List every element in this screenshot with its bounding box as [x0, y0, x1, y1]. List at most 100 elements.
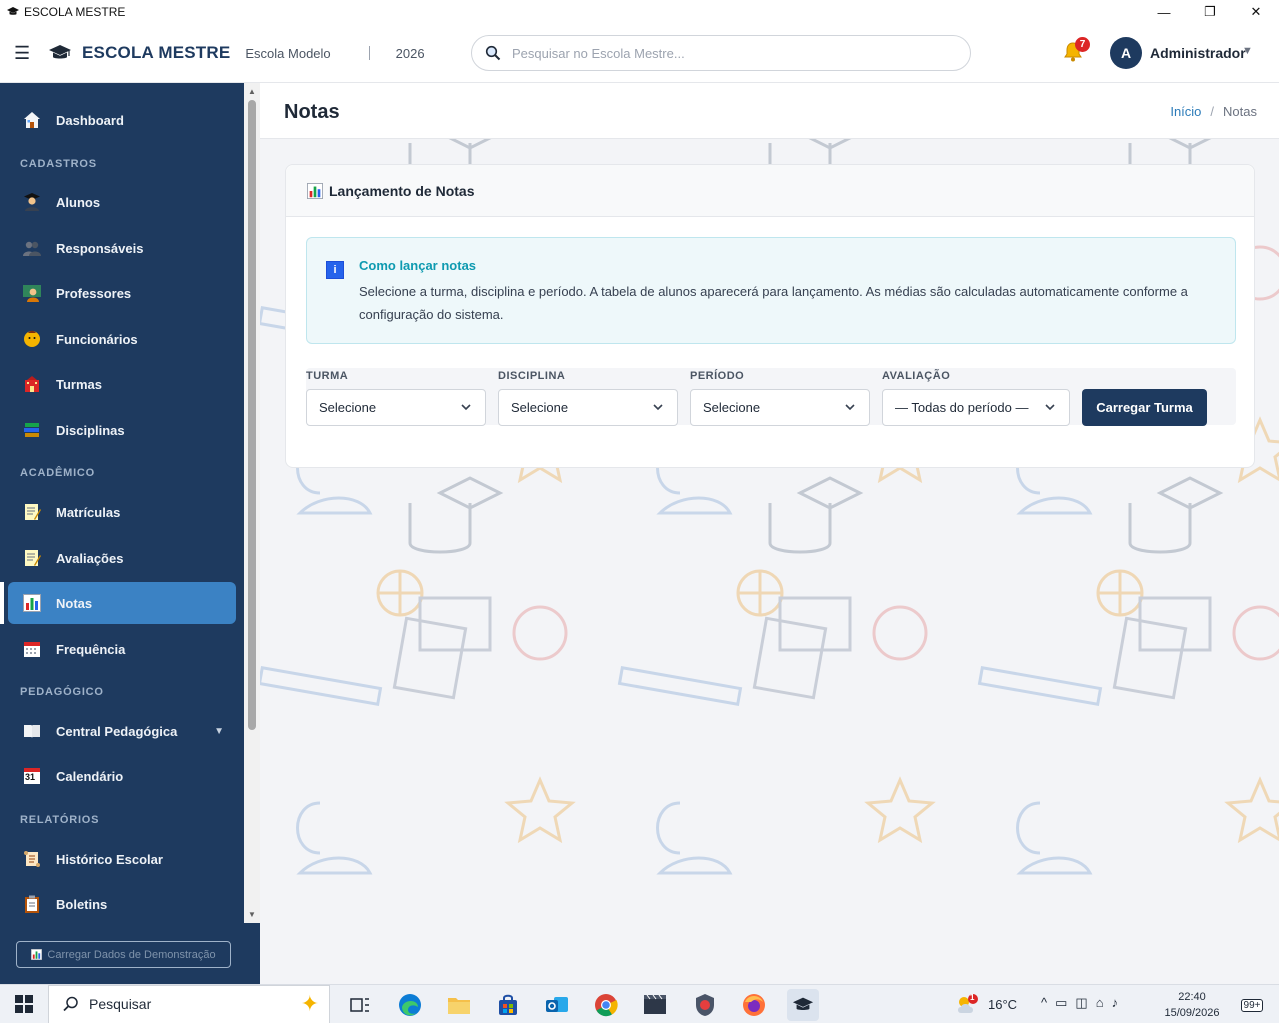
notification-center-icon[interactable]: 99+: [1238, 995, 1266, 1015]
tray-app-icon[interactable]: ▭: [1055, 995, 1067, 1011]
student-icon: [22, 192, 42, 212]
temperature[interactable]: 16°C: [988, 997, 1017, 1012]
taskbar-search[interactable]: Pesquisar ✦: [48, 984, 330, 1023]
load-class-button[interactable]: Carregar Turma: [1082, 389, 1207, 426]
escola-mestre-taskbar-icon[interactable]: [787, 989, 819, 1021]
edge-browser-icon[interactable]: [394, 989, 426, 1021]
scroll-icon: [22, 849, 42, 869]
avaliacao-select[interactable]: — Todas do período —: [882, 389, 1070, 426]
chevron-down-icon: [461, 404, 471, 411]
sidebar-item-funcionarios[interactable]: Funcionários: [8, 318, 236, 360]
sidebar-item-alunos[interactable]: Alunos: [8, 181, 236, 223]
sidebar: Dashboard CADASTROS Alunos Responsáveis …: [0, 83, 260, 984]
scroll-up-icon[interactable]: ▲: [248, 87, 256, 96]
sidebar-item-label: Notas: [56, 595, 93, 611]
scrollbar-thumb[interactable]: [248, 100, 256, 730]
chevron-down-icon[interactable]: ▼: [1242, 45, 1253, 57]
chevron-up-icon[interactable]: ^: [1041, 995, 1047, 1011]
sidebar-item-professores[interactable]: Professores: [8, 272, 236, 314]
info-alert: i Como lançar notas Selecione a turma, d…: [306, 237, 1236, 344]
firefox-icon[interactable]: [738, 989, 770, 1021]
breadcrumb: Início / Notas: [1170, 104, 1257, 119]
volume-icon[interactable]: ♪: [1112, 995, 1119, 1011]
chrome-icon[interactable]: [590, 989, 622, 1021]
global-search[interactable]: [471, 35, 971, 71]
sidebar-item-avaliacoes[interactable]: Avaliações: [8, 537, 236, 579]
sparkle-icon: ✦: [300, 991, 319, 1016]
sidebar-item-historico-escolar[interactable]: Histórico Escolar: [8, 838, 236, 880]
store-icon[interactable]: [492, 989, 524, 1021]
staff-icon: [22, 329, 42, 349]
main-content: Notas Início / Notas Lançamento de Notas…: [260, 83, 1279, 984]
sidebar-item-label: Frequência: [56, 641, 126, 657]
card-header: Lançamento de Notas: [286, 165, 1254, 217]
security-shield-icon[interactable]: [689, 989, 721, 1021]
clock[interactable]: 22:40 15/09/2026: [1163, 989, 1221, 1021]
periodo-select[interactable]: Selecione: [690, 389, 870, 426]
section-cadastros: CADASTROS: [20, 158, 97, 170]
sidebar-item-central-pedagogica[interactable]: Central Pedagógica ▼: [8, 710, 236, 752]
turma-select[interactable]: Selecione: [306, 389, 486, 426]
clock-time: 22:40: [1178, 991, 1206, 1003]
page-header: Notas Início / Notas: [260, 83, 1279, 139]
sidebar-item-responsaveis[interactable]: Responsáveis: [8, 227, 236, 269]
sidebar-scrollbar[interactable]: ▲ ▼: [244, 83, 260, 923]
hamburger-menu-icon[interactable]: ☰: [14, 43, 36, 64]
load-demo-data-button[interactable]: Carregar Dados de Demonstração: [16, 941, 231, 968]
brand-name[interactable]: ESCOLA MESTRE: [82, 43, 230, 63]
task-view-icon[interactable]: [344, 989, 376, 1021]
graduation-cap-icon: [48, 43, 74, 63]
sidebar-item-turmas[interactable]: Turmas: [8, 363, 236, 405]
sidebar-item-matriculas[interactable]: Matrículas: [8, 491, 236, 533]
page-title: Notas: [284, 101, 340, 123]
calendar-day-text: 31: [25, 772, 36, 782]
maximize-button[interactable]: ❐: [1187, 0, 1233, 24]
top-header: ☰ ESCOLA MESTRE Escola Modelo 2026 7 A A…: [0, 24, 1279, 83]
outlook-icon[interactable]: [541, 989, 573, 1021]
school-year: 2026: [395, 45, 425, 61]
sidebar-item-notas[interactable]: Notas: [0, 582, 236, 624]
windows-start-icon[interactable]: [0, 985, 48, 1023]
file-explorer-icon[interactable]: [443, 989, 475, 1021]
webcam-icon[interactable]: ◫: [1075, 995, 1087, 1011]
sidebar-item-label: Professores: [56, 285, 132, 301]
books-icon: [22, 420, 42, 440]
graduation-cap-icon: [6, 5, 20, 19]
sidebar-item-calendario[interactable]: 31 Calendário: [8, 755, 236, 797]
avatar[interactable]: A: [1110, 37, 1142, 69]
breadcrumb-separator: /: [1210, 104, 1215, 119]
system-tray: ^ ▭ ◫ ⌂ ♪: [1041, 995, 1118, 1011]
chevron-down-icon: ▼: [214, 725, 224, 737]
sidebar-item-dashboard[interactable]: Dashboard: [8, 99, 236, 141]
chevron-down-icon: [845, 404, 855, 411]
section-relatorios: RELATÓRIOS: [20, 814, 100, 826]
breadcrumb-home-link[interactable]: Início: [1170, 104, 1201, 119]
network-icon[interactable]: ⌂: [1096, 995, 1104, 1011]
grades-entry-card: Lançamento de Notas i Como lançar notas …: [285, 164, 1255, 468]
info-icon: i: [326, 261, 344, 279]
sidebar-item-boletins[interactable]: Boletins: [8, 883, 236, 923]
sidebar-nav: Dashboard CADASTROS Alunos Responsáveis …: [0, 83, 244, 923]
weather-badge: 1: [970, 993, 975, 1002]
search-input[interactable]: [512, 45, 932, 61]
search-icon: [485, 45, 501, 61]
sidebar-item-label: Matrículas: [56, 504, 121, 520]
weather-icon[interactable]: 1: [955, 993, 979, 1017]
teacher-icon: [22, 283, 42, 303]
memo-icon: [22, 548, 42, 568]
header-separator: [368, 46, 370, 60]
sidebar-item-label: Turmas: [56, 376, 102, 392]
sidebar-item-frequencia[interactable]: Frequência: [8, 628, 236, 670]
periodo-label: PERÍODO: [690, 370, 745, 382]
user-name[interactable]: Administrador: [1150, 45, 1246, 61]
minimize-button[interactable]: —: [1141, 0, 1187, 24]
video-editor-icon[interactable]: [639, 989, 671, 1021]
sidebar-item-label: Boletins: [56, 896, 108, 912]
sidebar-item-label: Avaliações: [56, 550, 124, 566]
avaliacao-value: — Todas do período —: [895, 400, 1029, 415]
disciplina-select[interactable]: Selecione: [498, 389, 678, 426]
window-titlebar: ESCOLA MESTRE — ❐ ✕: [0, 0, 1279, 24]
sidebar-item-disciplinas[interactable]: Disciplinas: [8, 409, 236, 451]
scroll-down-icon[interactable]: ▼: [248, 910, 256, 919]
close-button[interactable]: ✕: [1233, 0, 1279, 24]
